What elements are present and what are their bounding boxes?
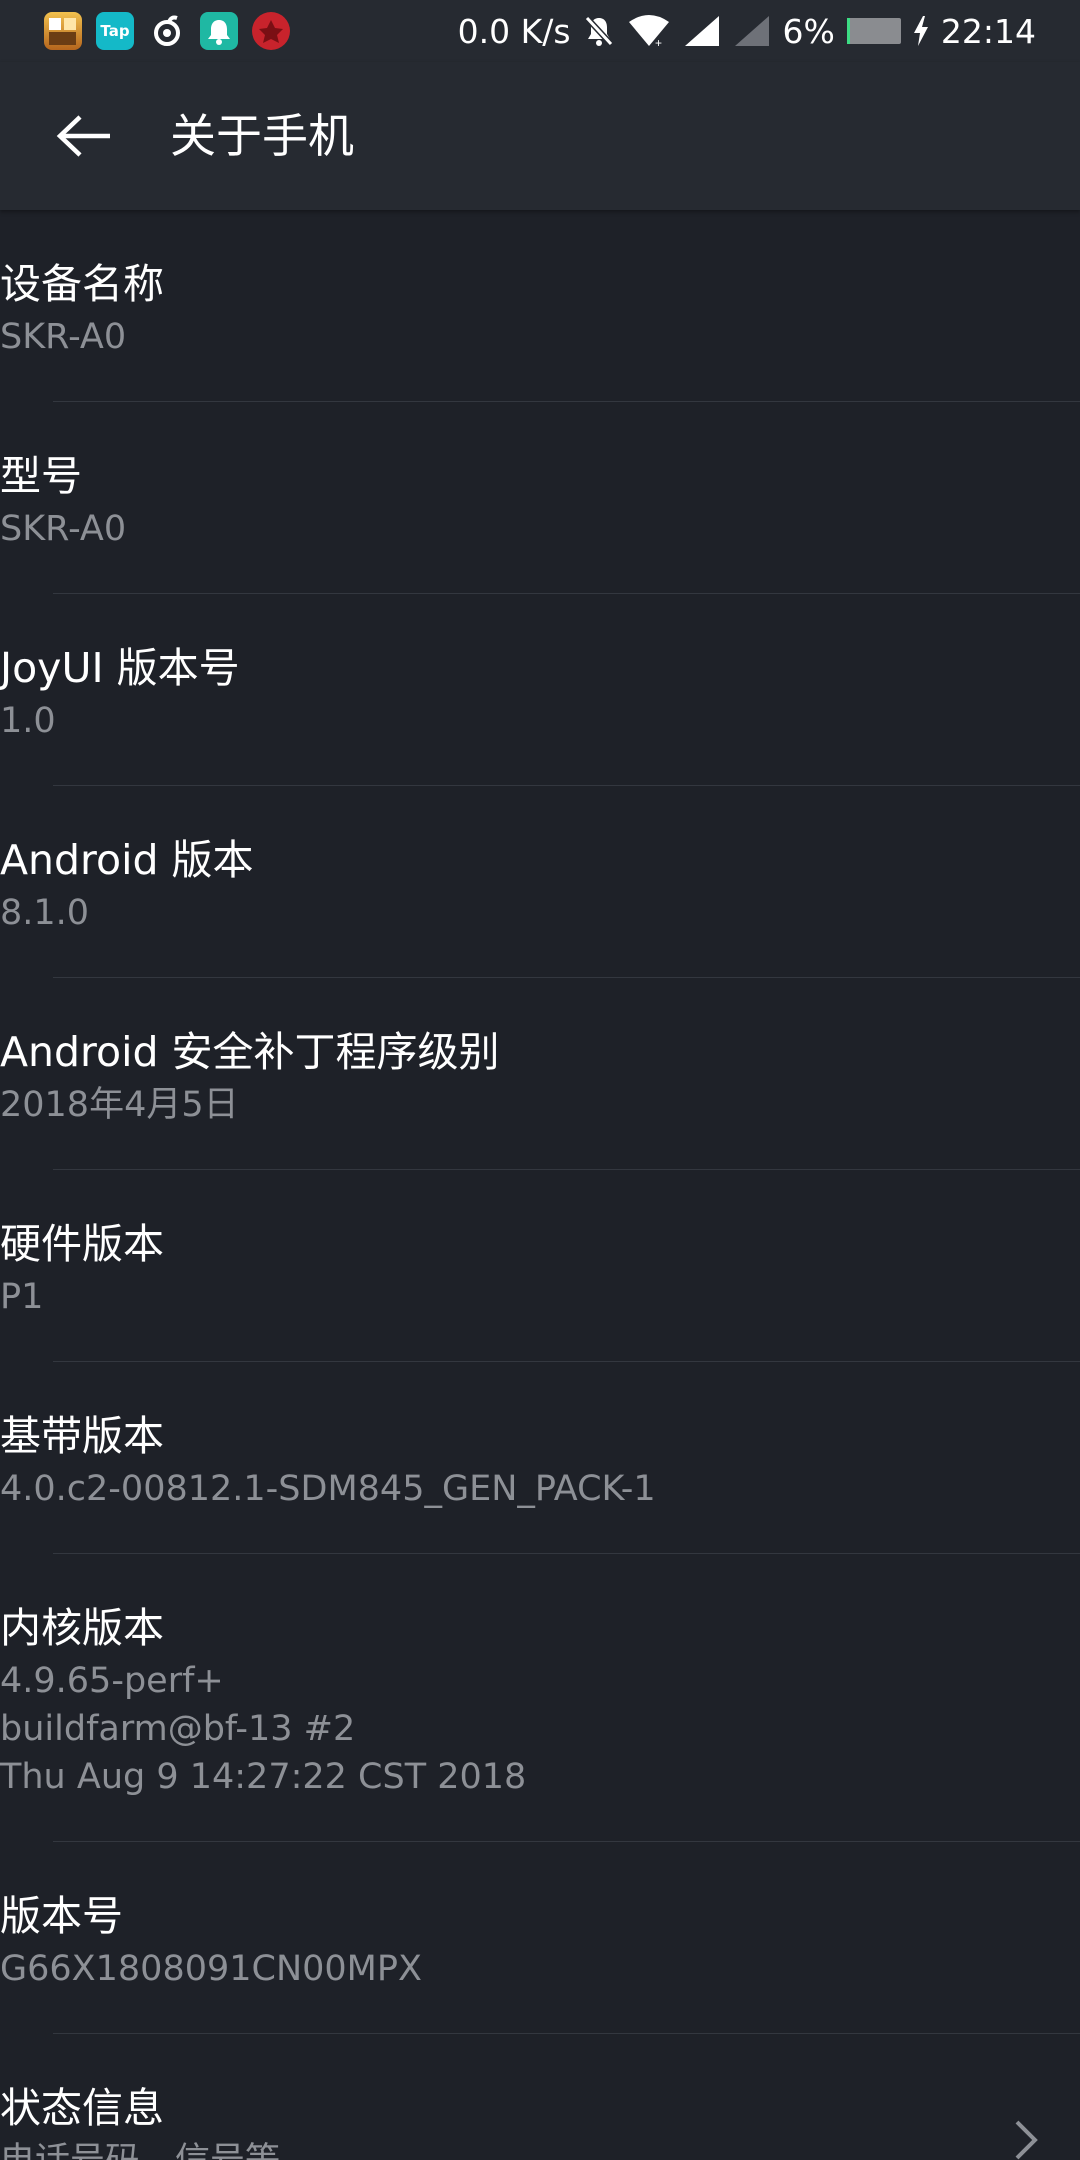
chevron-right-icon (1015, 2120, 1038, 2160)
game-avatar-icon (44, 12, 82, 50)
clock: 22:14 (940, 11, 1036, 51)
battery-percent: 6% (782, 11, 835, 51)
list-item-joyui-version[interactable]: JoyUI 版本号 1.0 (0, 594, 1080, 786)
network-speed: 0.0 K/s (457, 11, 571, 51)
item-value: P1 (0, 1277, 44, 1317)
item-value: G66X1808091CN00MPX (0, 1949, 422, 1989)
list-item-hardware-version[interactable]: 硬件版本 P1 (0, 1170, 1080, 1362)
list-item-security-patch[interactable]: Android 安全补丁程序级别 2018年4月5日 (0, 978, 1080, 1170)
wifi-icon: + (628, 15, 669, 48)
item-title: 状态信息 (0, 2084, 164, 2132)
netease-music-icon (148, 12, 186, 50)
arrow-back-icon (56, 115, 110, 157)
settings-list: 设备名称 SKR-A0 型号 SKR-A0 JoyUI 版本号 1.0 Andr… (0, 210, 1080, 2160)
mute-icon (584, 15, 613, 47)
item-title: Android 安全补丁程序级别 (0, 1028, 500, 1076)
list-item-device-name[interactable]: 设备名称 SKR-A0 (0, 210, 1080, 402)
item-value: 1.0 (0, 701, 56, 741)
toolbar: 关于手机 (0, 62, 1080, 210)
taptap-label: Tap (100, 22, 130, 40)
taptap-icon: Tap (96, 12, 134, 50)
list-item-model[interactable]: 型号 SKR-A0 (0, 402, 1080, 594)
item-value: 电话号码、信号等 (0, 2137, 280, 2160)
signal-secondary-icon (734, 16, 769, 46)
item-value-line: 4.9.65-perf+ (0, 1661, 224, 1701)
list-item-android-version[interactable]: Android 版本 8.1.0 (0, 786, 1080, 978)
page-title: 关于手机 (170, 109, 354, 163)
item-value: SKR-A0 (0, 317, 127, 357)
list-item-status-info[interactable]: 状态信息 电话号码、信号等 (0, 2034, 1080, 2160)
item-value-line: buildfarm@bf-13 #2 (0, 1709, 356, 1749)
item-value: SKR-A0 (0, 509, 127, 549)
list-item-baseband-version[interactable]: 基带版本 4.0.c2-00812.1-SDM845_GEN_PACK-1 (0, 1362, 1080, 1554)
svg-text:+: + (655, 36, 662, 48)
item-title: JoyUI 版本号 (0, 644, 240, 692)
signal-icon (684, 16, 719, 46)
list-item-build-number[interactable]: 版本号 G66X1808091CN00MPX (0, 1842, 1080, 2034)
item-value-line: Thu Aug 9 14:27:22 CST 2018 (0, 1757, 527, 1797)
back-button[interactable] (52, 106, 116, 166)
battery-level (846, 18, 851, 44)
item-value: 8.1.0 (0, 893, 90, 933)
item-title: 型号 (0, 452, 82, 500)
item-value: 4.0.c2-00812.1-SDM845_GEN_PACK-1 (0, 1469, 656, 1509)
notification-icon (200, 12, 238, 50)
battery-icon (846, 18, 901, 44)
item-value: 2018年4月5日 (0, 1085, 239, 1125)
charging-icon (913, 16, 928, 46)
about-phone-screen: Tap 0.0 K/s + 6% 22:14 关于手机 设备名称 SKR-A0 … (0, 0, 1080, 2160)
game-app-icon (252, 12, 290, 50)
status-bar: Tap 0.0 K/s + 6% 22:14 (0, 0, 1080, 62)
item-title: 版本号 (0, 1892, 123, 1940)
item-title: 硬件版本 (0, 1220, 164, 1268)
item-title: 内核版本 (0, 1604, 164, 1652)
list-item-kernel-version[interactable]: 内核版本 4.9.65-perf+ buildfarm@bf-13 #2 Thu… (0, 1554, 1080, 1842)
system-status: 0.0 K/s + 6% 22:14 (458, 0, 1036, 62)
item-title: 设备名称 (0, 260, 164, 308)
item-title: Android 版本 (0, 836, 254, 884)
notification-icons: Tap (44, 11, 290, 51)
item-title: 基带版本 (0, 1412, 164, 1460)
